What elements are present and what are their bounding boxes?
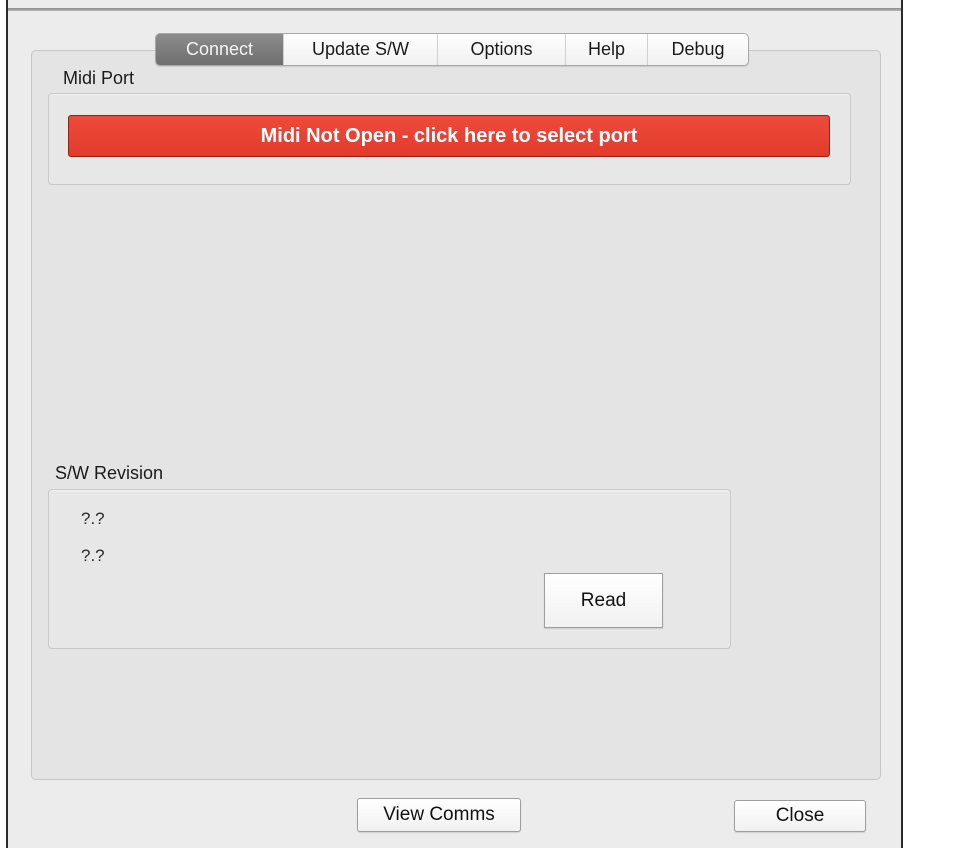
tab-bar: Connect Update S/W Options Help Debug [155, 33, 749, 66]
tab-debug[interactable]: Debug [647, 34, 748, 65]
read-button[interactable]: Read [544, 573, 663, 628]
revision-value-2: ?.? [81, 546, 105, 565]
preferences-window: Connect Update S/W Options Help Debug Mi… [6, 0, 903, 848]
tab-update-sw[interactable]: Update S/W [283, 34, 437, 65]
sw-revision-label: S/W Revision [55, 463, 164, 483]
window-top-edge [8, 8, 901, 11]
tab-options[interactable]: Options [437, 34, 565, 65]
tab-help[interactable]: Help [565, 34, 647, 65]
view-comms-button[interactable]: View Comms [357, 798, 521, 832]
close-button[interactable]: Close [734, 800, 866, 832]
revision-value-1: ?.? [81, 509, 105, 528]
midi-port-label: Midi Port [63, 68, 135, 88]
select-midi-port-button[interactable]: Midi Not Open - click here to select por… [68, 115, 830, 157]
tab-connect[interactable]: Connect [156, 34, 283, 65]
